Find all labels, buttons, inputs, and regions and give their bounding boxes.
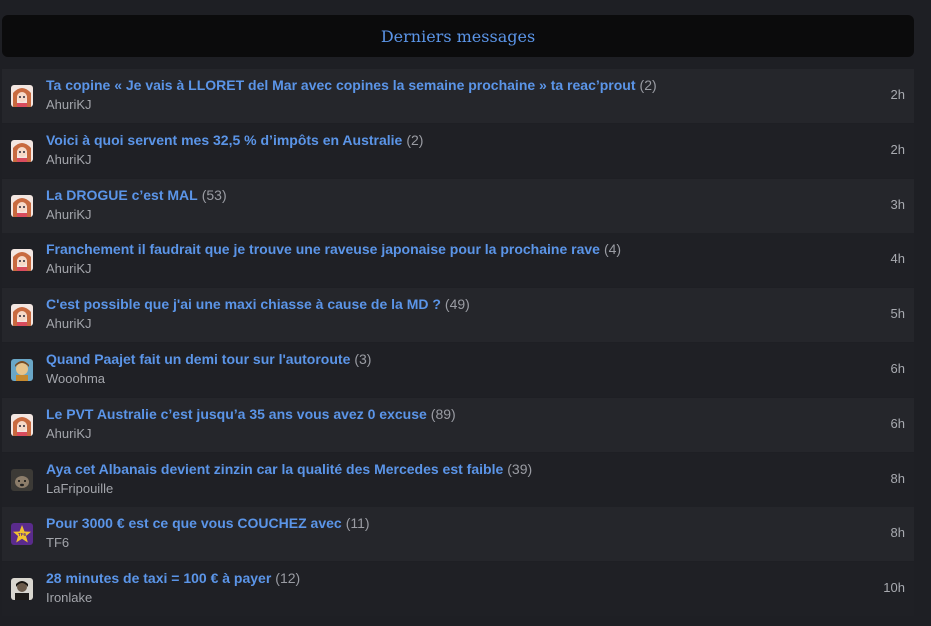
anime-girl-avatar[interactable] [11, 194, 33, 217]
purple-star-avatar[interactable]: TF6 [11, 523, 33, 546]
reply-count: (11) [345, 515, 370, 532]
topic-author[interactable]: AhuriKJ [46, 261, 621, 277]
topic-content: Pour 3000 € est ce que vous COUCHEZ avec… [46, 514, 370, 551]
topic-content: Ta copine « Je vais à LLORET del Mar ave… [46, 76, 657, 113]
reply-count: (39) [507, 460, 533, 477]
topic-content: Voici à quoi servent mes 32,5 % d’impôts… [46, 131, 423, 168]
topic-author[interactable]: AhuriKJ [46, 207, 227, 223]
anime-girl-avatar[interactable] [11, 304, 33, 327]
reply-count: (12) [275, 570, 301, 587]
topic-content: Quand Paajet fait un demi tour sur l'aut… [46, 350, 371, 387]
topic-row[interactable]: Le PVT Australie c’est jusqu’a 35 ans vo… [2, 397, 914, 452]
topic-title-link[interactable]: Ta copine « Je vais à LLORET del Mar ave… [46, 77, 636, 93]
topic-author[interactable]: LaFripouille [46, 481, 532, 497]
topic-title-link[interactable]: Le PVT Australie c’est jusqu’a 35 ans vo… [46, 406, 427, 422]
topic-title-line: Pour 3000 € est ce que vous COUCHEZ avec… [46, 514, 370, 532]
topic-time: 5h [890, 306, 905, 322]
topic-time: 10h [883, 580, 905, 596]
topic-row[interactable]: Quand Paajet fait un demi tour sur l'aut… [2, 342, 914, 397]
topic-time: 4h [890, 251, 905, 267]
topic-time: 8h [890, 470, 905, 486]
topic-author[interactable]: Wooohma [46, 371, 371, 387]
topic-content: 28 minutes de taxi = 100 € à payer (12) Ir… [46, 569, 300, 606]
animal-avatar[interactable] [11, 468, 33, 491]
reply-count: (49) [444, 296, 470, 313]
reply-count: (89) [430, 405, 456, 422]
topic-row[interactable]: Franchement il faudrait que je trouve un… [2, 233, 914, 288]
anime-girl-avatar[interactable] [11, 249, 33, 272]
topic-time: 6h [890, 360, 905, 376]
topic-title-link[interactable]: Voici à quoi servent mes 32,5 % d’impôts… [46, 132, 402, 148]
topic-title-line: Le PVT Australie c’est jusqu’a 35 ans vo… [46, 405, 456, 423]
dark-portrait-avatar[interactable] [11, 578, 33, 601]
reply-count: (2) [406, 131, 424, 148]
topic-time: 2h [890, 141, 905, 157]
svg-text:TF6: TF6 [18, 532, 26, 537]
topic-time: 3h [890, 196, 905, 212]
topic-row[interactable]: 28 minutes de taxi = 100 € à payer (12) Ir… [2, 562, 914, 617]
topic-author[interactable]: Ironlake [46, 590, 300, 606]
topic-list: Ta copine « Je vais à LLORET del Mar ave… [2, 69, 914, 617]
topic-row[interactable]: Voici à quoi servent mes 32,5 % d’impôts… [2, 123, 914, 178]
topic-content: Le PVT Australie c’est jusqu’a 35 ans vo… [46, 405, 456, 442]
topic-content: Aya cet Albanais devient zinzin car la q… [46, 460, 532, 497]
topic-author[interactable]: AhuriKJ [46, 426, 456, 442]
topic-title-line: Quand Paajet fait un demi tour sur l'aut… [46, 350, 371, 368]
panel-title: Derniers messages [380, 26, 536, 46]
topic-author[interactable]: TF6 [46, 535, 370, 551]
anime-girl-avatar[interactable] [11, 413, 33, 436]
topic-row[interactable]: Ta copine « Je vais à LLORET del Mar ave… [2, 69, 914, 123]
topic-row[interactable]: TF6 Pour 3000 € est ce que vous COUCHEZ a… [2, 507, 914, 562]
topic-author[interactable]: AhuriKJ [46, 316, 470, 332]
topic-content: C'est possible que j'ai une maxi chiasse… [46, 295, 470, 332]
reply-count: (2) [639, 77, 657, 93]
reply-count: (4) [603, 241, 622, 258]
topic-time: 8h [890, 525, 905, 541]
topic-title-line: Aya cet Albanais devient zinzin car la q… [46, 460, 532, 478]
topic-row[interactable]: La DROGUE c’est MAL (53) AhuriKJ 3h [2, 178, 914, 233]
topic-title-link[interactable]: Pour 3000 € est ce que vous COUCHEZ avec [46, 515, 342, 531]
topic-time: 2h [890, 87, 905, 102]
topic-content: Franchement il faudrait que je trouve un… [46, 240, 621, 277]
panel-header: Derniers messages [2, 15, 914, 57]
topic-title-link[interactable]: C'est possible que j'ai une maxi chiasse… [46, 296, 441, 312]
reply-count: (53) [201, 186, 227, 203]
topic-title-link[interactable]: 28 minutes de taxi = 100 € à payer [46, 570, 271, 586]
reply-count: (3) [354, 350, 372, 367]
topic-author[interactable]: AhuriKJ [46, 97, 657, 113]
topic-title-link[interactable]: Aya cet Albanais devient zinzin car la q… [46, 461, 503, 477]
topic-title-line: Ta copine « Je vais à LLORET del Mar ave… [46, 76, 657, 94]
topic-row[interactable]: Aya cet Albanais devient zinzin car la q… [2, 452, 914, 507]
topic-title-link[interactable]: Franchement il faudrait que je trouve un… [46, 241, 600, 257]
topic-time: 6h [890, 415, 905, 431]
latest-messages-panel: Derniers messages Ta copine « Je vais à … [0, 0, 931, 626]
anime-girl-avatar[interactable] [11, 85, 33, 107]
cartoon-avatar[interactable] [11, 358, 33, 381]
topic-title-line: La DROGUE c’est MAL (53) [46, 186, 227, 204]
topic-author[interactable]: AhuriKJ [46, 152, 423, 168]
topic-title-line: 28 minutes de taxi = 100 € à payer (12) [46, 569, 300, 587]
topic-title-link[interactable]: La DROGUE c’est MAL [46, 187, 198, 203]
topic-title-link[interactable]: Quand Paajet fait un demi tour sur l'aut… [46, 351, 350, 367]
topic-title-line: Voici à quoi servent mes 32,5 % d’impôts… [46, 131, 423, 149]
topic-row[interactable]: C'est possible que j'ai une maxi chiasse… [2, 288, 914, 343]
topic-title-line: Franchement il faudrait que je trouve un… [46, 240, 621, 258]
topic-title-line: C'est possible que j'ai une maxi chiasse… [46, 295, 470, 313]
anime-girl-avatar[interactable] [11, 139, 33, 162]
topic-content: La DROGUE c’est MAL (53) AhuriKJ [46, 186, 227, 223]
